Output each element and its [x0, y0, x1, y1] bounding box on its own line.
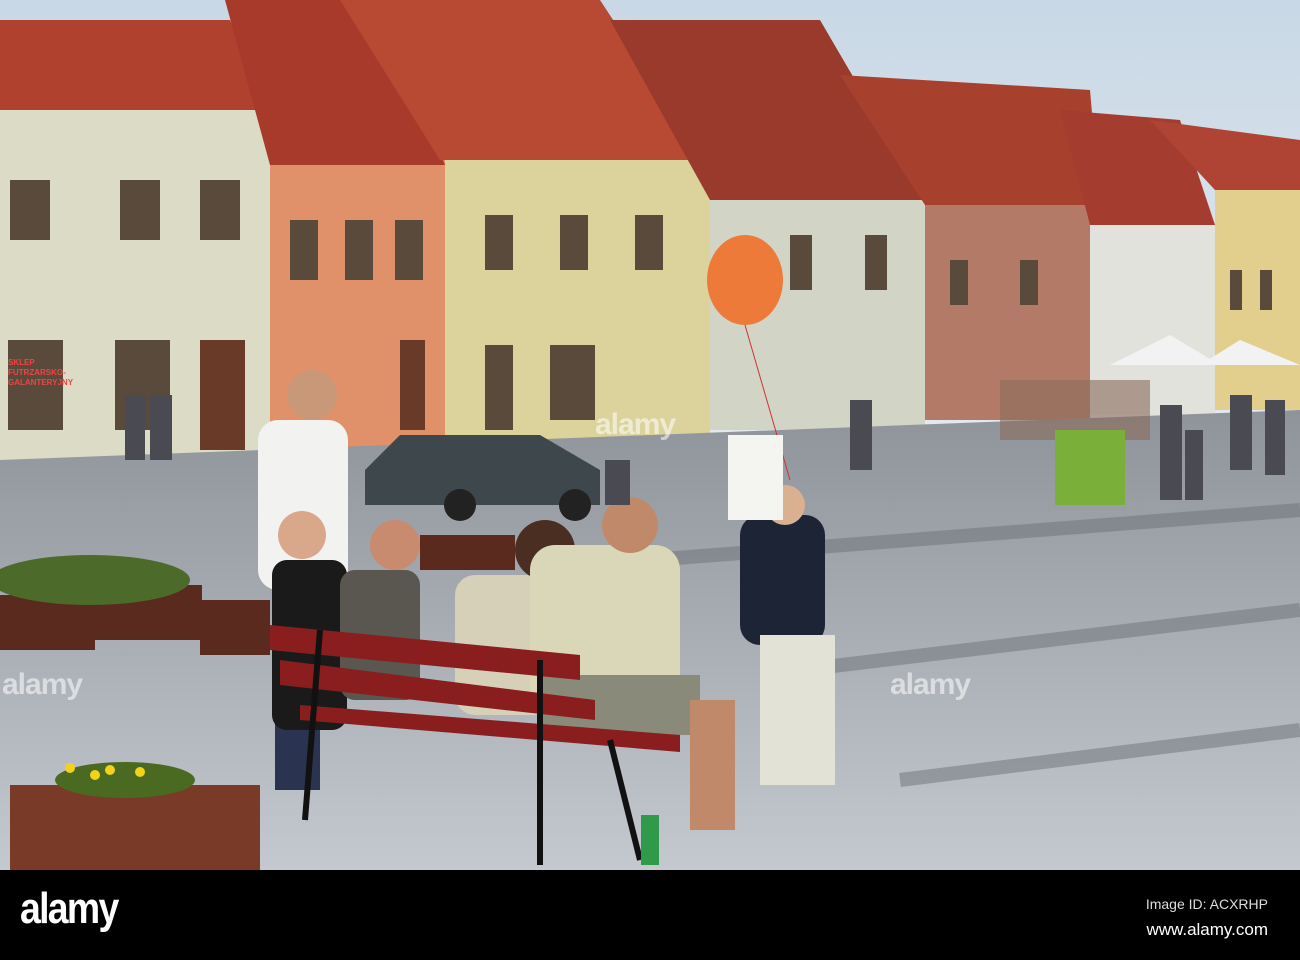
- sandwich-board: [728, 435, 783, 520]
- watermark: alamy: [2, 668, 83, 701]
- image-id: Image ID: ACXRHP: [1145, 896, 1268, 912]
- poster-stand: [1055, 430, 1125, 505]
- footer-bar: alamy Image ID: ACXRHP www.alamy.com: [0, 870, 1300, 960]
- site-url: www.alamy.com: [1146, 920, 1268, 939]
- watermark: alamy: [890, 668, 971, 701]
- beer-can: [641, 815, 659, 865]
- alamy-logo: alamy: [20, 884, 119, 933]
- watermark: alamy: [595, 408, 676, 441]
- shop-window-sign: SKLEP FUTRZARSKO-GALANTERYJNY: [8, 358, 74, 387]
